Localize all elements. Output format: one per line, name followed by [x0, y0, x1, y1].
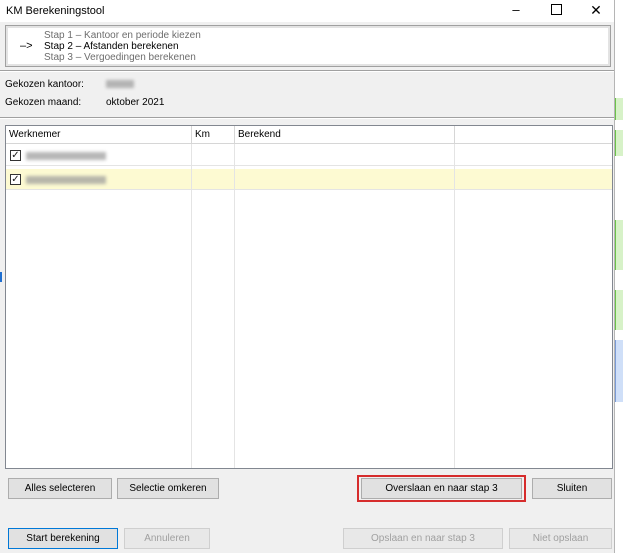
- month-value: oktober 2021: [106, 97, 165, 108]
- table-row[interactable]: ✓: [6, 145, 612, 166]
- column-separator: [191, 144, 192, 468]
- column-header-werknemer[interactable]: Werknemer: [6, 126, 192, 144]
- column-header-berekend[interactable]: Berekend: [235, 126, 455, 144]
- start-calculation-button[interactable]: Start berekening: [8, 528, 118, 549]
- background-item: [615, 130, 623, 156]
- month-label: Gekozen maand:: [5, 97, 82, 108]
- highlight-box: [357, 475, 526, 502]
- save-and-step3-button[interactable]: Opslaan en naar stap 3: [343, 528, 503, 549]
- column-header-km[interactable]: Km: [192, 126, 235, 144]
- invert-selection-button[interactable]: Selectie omkeren: [117, 478, 219, 499]
- employee-name: [26, 150, 106, 162]
- wizard-steps-panel: Stap 1 – Kantoor en periode kiezen –> St…: [5, 25, 611, 67]
- row-checkbox[interactable]: ✓: [10, 174, 21, 185]
- column-separator: [234, 144, 235, 468]
- close-button[interactable]: Sluiten: [532, 478, 612, 499]
- background-window-strip: [615, 0, 623, 553]
- cancel-button[interactable]: Annuleren: [124, 528, 210, 549]
- maximize-button[interactable]: [536, 0, 576, 22]
- title-bar[interactable]: KM Berekeningstool – ✕: [0, 0, 614, 22]
- employee-name: [26, 174, 106, 186]
- row-checkbox[interactable]: ✓: [10, 150, 21, 161]
- background-item: [615, 98, 623, 120]
- step-3-label: Stap 3 – Vergoedingen berekenen: [44, 52, 196, 63]
- office-label: Gekozen kantoor:: [5, 79, 84, 90]
- step-2-label: Stap 2 – Afstanden berekenen: [44, 41, 179, 52]
- close-window-button[interactable]: ✕: [576, 0, 616, 22]
- maximize-icon: [550, 4, 562, 16]
- divider: [0, 118, 614, 119]
- background-marker: [0, 272, 2, 282]
- office-value: [106, 79, 134, 90]
- column-separator: [454, 144, 455, 468]
- background-item: [615, 340, 623, 402]
- divider: [0, 71, 614, 72]
- table-row[interactable]: ✓: [6, 169, 612, 190]
- background-item: [615, 220, 623, 270]
- minimize-button[interactable]: –: [496, 0, 536, 22]
- km-berekeningstool-window: KM Berekeningstool – ✕ Stap 1 – Kantoor …: [0, 0, 615, 553]
- dont-save-button[interactable]: Niet opslaan: [509, 528, 612, 549]
- employee-grid[interactable]: Werknemer Km Berekend ✓ ✓: [5, 125, 613, 469]
- column-header-empty: [455, 126, 612, 144]
- window-title: KM Berekeningstool: [6, 5, 105, 17]
- current-step-arrow-icon: –>: [20, 40, 33, 52]
- background-item: [615, 290, 623, 330]
- step-1-label: Stap 1 – Kantoor en periode kiezen: [44, 30, 201, 41]
- select-all-button[interactable]: Alles selecteren: [8, 478, 112, 499]
